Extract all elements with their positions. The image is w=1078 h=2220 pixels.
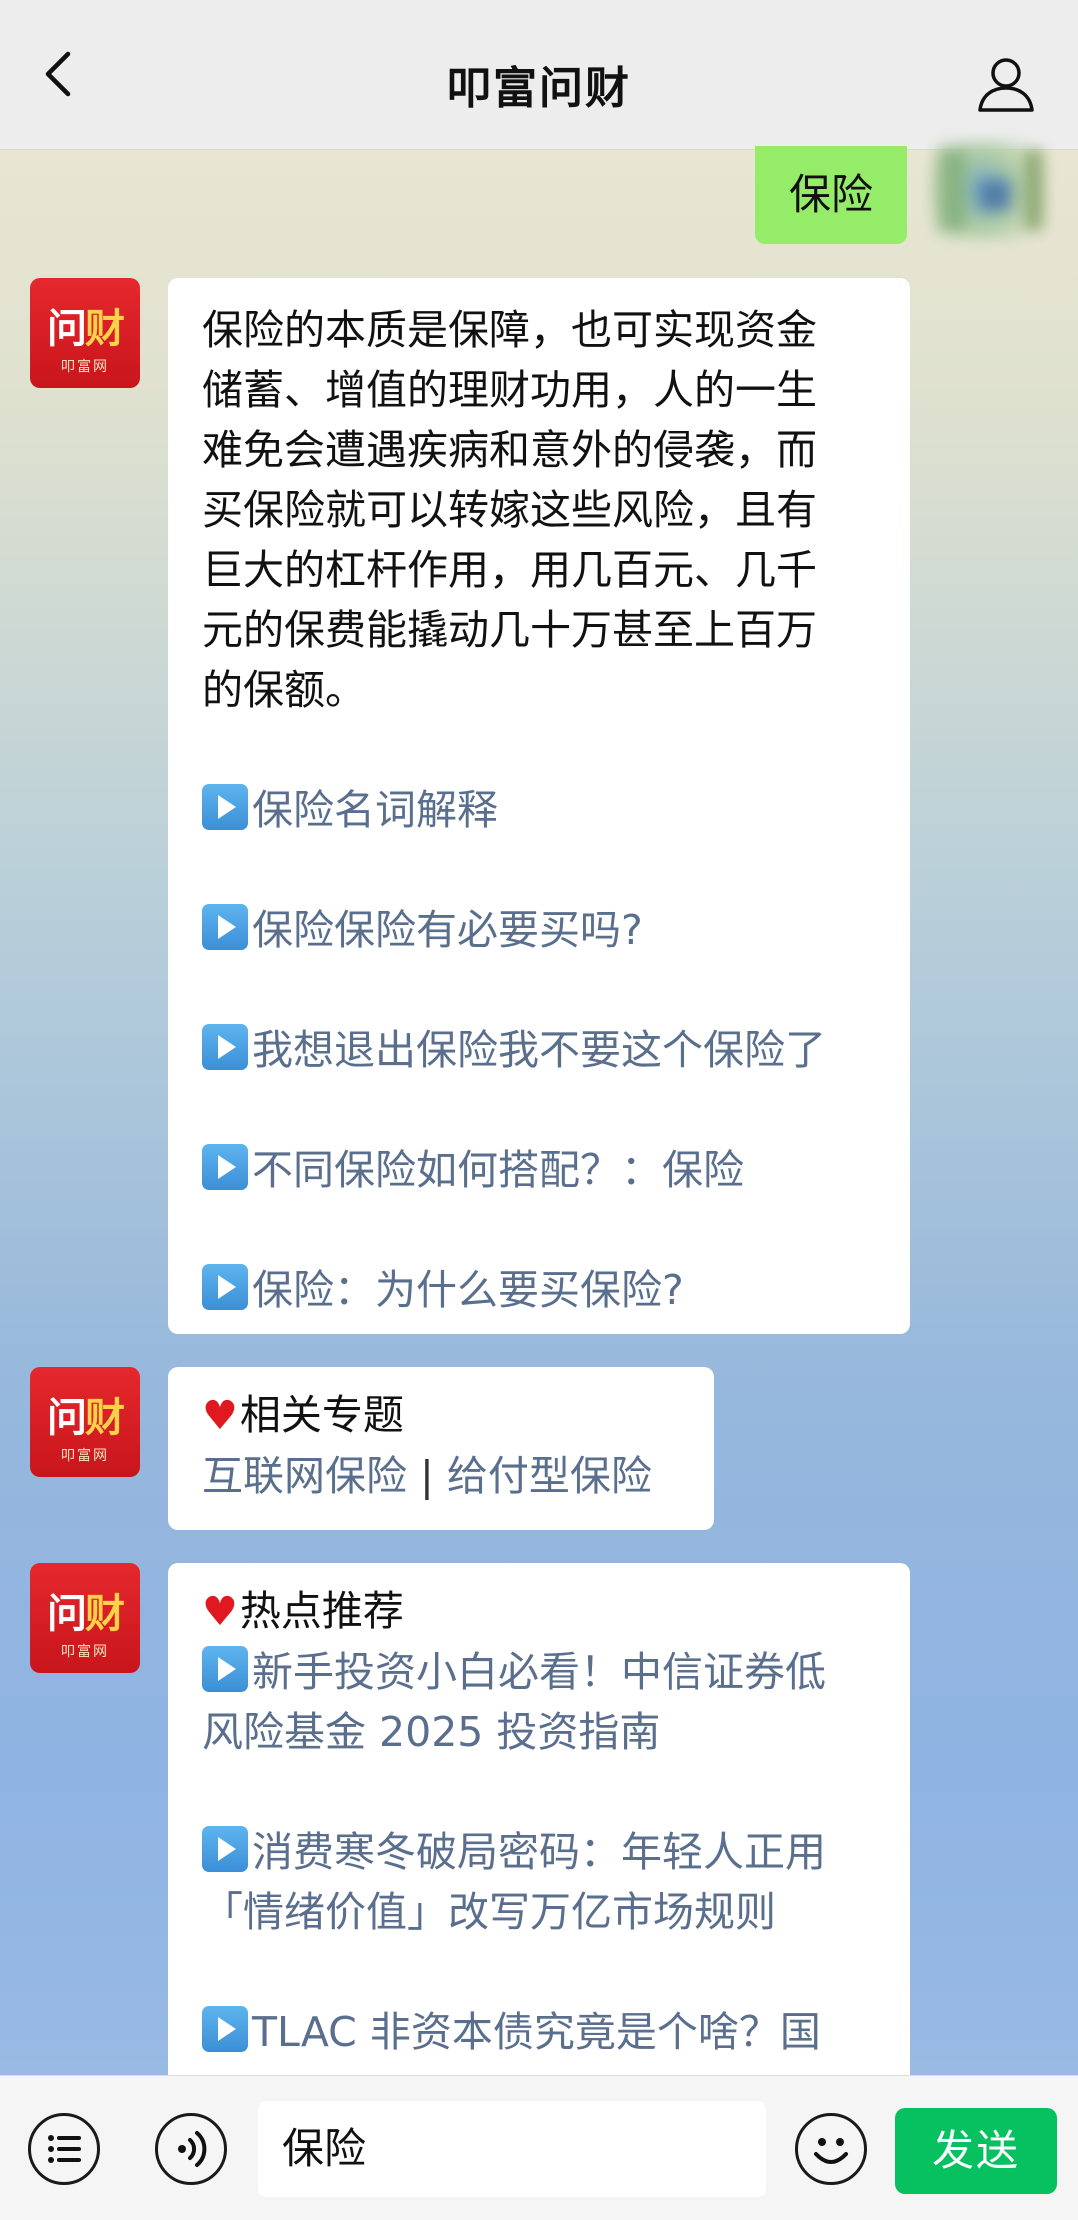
intro-line: 买保险就可以转嫁这些风险，且有 [202,486,817,534]
heart-icon: ♥ [202,1393,238,1439]
my-avatar[interactable] [930,140,1060,240]
message-input[interactable]: 保险 [258,2101,766,2197]
hot-link[interactable]: TLAC 非资本债究竟是个啥？国 [202,2002,878,2062]
faq-link[interactable]: 不同保险如何搭配？：保险 [202,1140,878,1200]
heart-icon: ♥ [202,1589,238,1635]
play-arrow-icon [202,904,248,950]
bot-message-hot: ♥热点推荐 新手投资小白必看！中信证券低 风险基金 2025 投资指南 消费寒冬… [168,1563,910,2103]
user-profile-icon[interactable] [974,52,1038,116]
intro-line: 元的保费能撬动几十万甚至上百万 [202,606,817,654]
intro-line: 的保额。 [202,666,366,714]
play-arrow-icon [202,2006,248,2052]
smiley-icon [814,2138,848,2164]
topic-separator: | [420,1452,434,1500]
nav-header: 叩富问财 [0,0,1078,150]
topic-link[interactable]: 互联网保险 [202,1452,407,1500]
hot-link[interactable]: 新手投资小白必看！中信证券低 风险基金 2025 投资指南 [202,1642,878,1762]
emoji-button[interactable] [795,2113,867,2185]
page-title: 叩富问财 [447,63,631,114]
play-arrow-icon [202,1144,248,1190]
input-bar: 保险 发送 [0,2075,1078,2220]
intro-line: 巨大的杠杆作用，用几百元、几千 [202,546,817,594]
bot-message-topics: ♥相关专题 互联网保险 | 给付型保险 [168,1367,714,1530]
voice-button[interactable] [155,2113,227,2185]
play-arrow-icon [202,1264,248,1310]
bot-avatar[interactable]: 问财 叩富网 [30,1563,140,1673]
send-button[interactable]: 发送 [895,2108,1057,2194]
play-arrow-icon [202,1826,248,1872]
hot-heading: ♥热点推荐 [202,1587,404,1635]
bot-avatar[interactable]: 问财 叩富网 [30,278,140,388]
play-arrow-icon [202,784,248,830]
topic-link[interactable]: 给付型保险 [447,1452,652,1500]
faq-link[interactable]: 我想退出保险我不要这个保险了 [202,1020,878,1080]
intro-line: 储蓄、增值的理财功用，人的一生 [202,366,817,414]
play-arrow-icon [202,1646,248,1692]
topics-heading: ♥相关专题 [202,1391,404,1439]
faq-link[interactable]: 保险保险有必要买吗? [202,900,878,960]
intro-line: 难免会遭遇疾病和意外的侵袭，而 [202,426,817,474]
faq-link[interactable]: 保险：为什么要买保险? [202,1260,878,1320]
bot-avatar[interactable]: 问财 叩富网 [30,1367,140,1477]
faq-link[interactable]: 保险名词解释 [202,780,878,840]
voice-icon [178,2131,207,2167]
user-message-bubble: 保险 [755,146,907,244]
bot-message-intro: 保险的本质是保障，也可实现资金 储蓄、增值的理财功用，人的一生 难免会遭遇疾病和… [168,278,910,1334]
intro-line: 保险的本质是保障，也可实现资金 [202,306,817,354]
hot-link[interactable]: 消费寒冬破局密码：年轻人正用 「情绪价值」改写万亿市场规则 [202,1822,878,1942]
play-arrow-icon [202,1024,248,1070]
menu-list-button[interactable] [28,2113,100,2185]
list-icon [48,2135,81,2163]
topics-links: 互联网保险 | 给付型保险 [202,1446,682,1506]
